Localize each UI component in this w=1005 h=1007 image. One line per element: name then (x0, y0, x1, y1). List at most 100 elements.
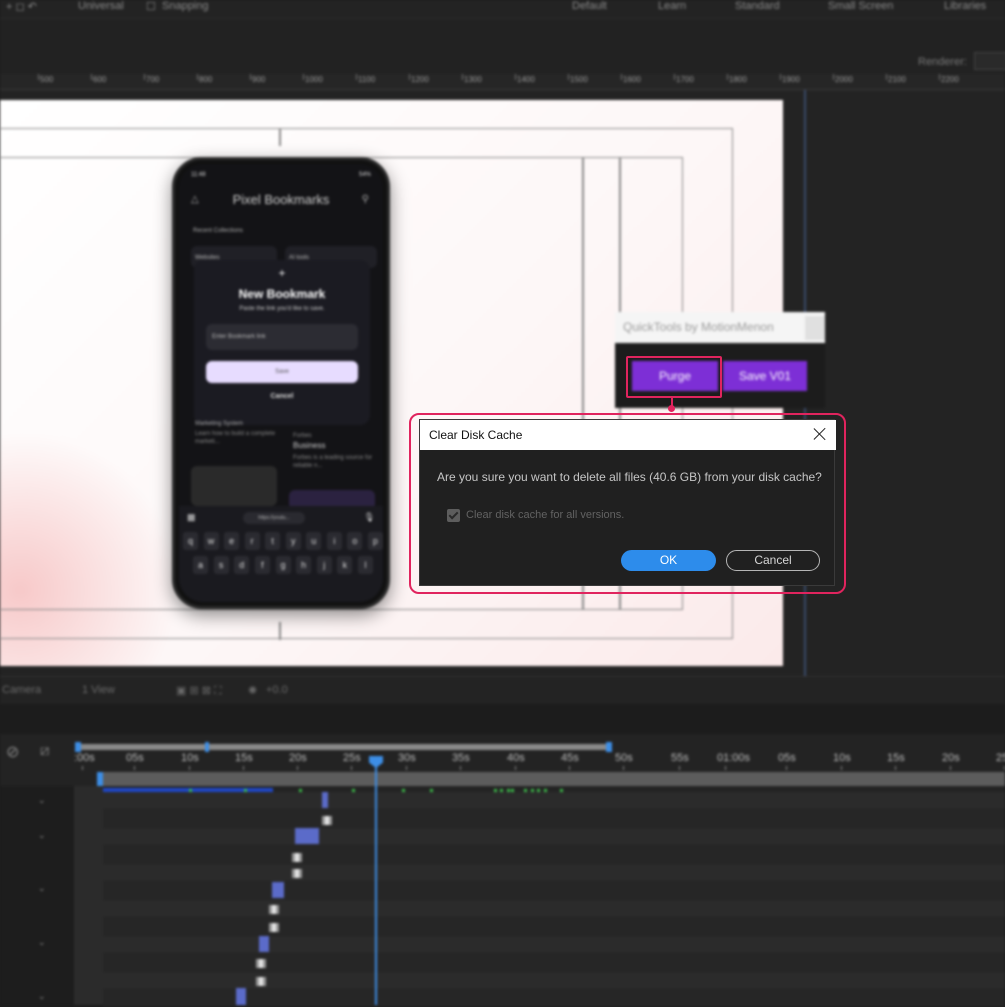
ruler-tick (38, 74, 39, 80)
save-v01-button[interactable]: Save V01 (723, 361, 807, 391)
draft-3d-icon[interactable]: ⧄ (40, 742, 50, 759)
apps-icon: ▦ (187, 512, 196, 522)
ok-button[interactable]: OK (621, 550, 716, 571)
timeline-track[interactable] (103, 882, 1005, 899)
keyboard-key: p (367, 532, 383, 550)
time-label: 35s (452, 752, 470, 764)
tab-learn[interactable]: Learn (658, 0, 686, 12)
ruler-label: 2100 (888, 75, 906, 84)
dialog-title: Clear Disk Cache (429, 428, 523, 442)
timeline-track[interactable] (103, 810, 1005, 827)
tab-standard[interactable]: Standard (735, 0, 780, 12)
keyboard-key: a (193, 556, 208, 574)
horizontal-ruler: 500 600 700 800 900 1000 1100 1200 1300 1400 1500 1… (0, 74, 1005, 90)
ruler-label: 1200 (411, 75, 429, 84)
ruler-label: 1400 (517, 75, 535, 84)
time-navigator[interactable] (103, 772, 1005, 786)
time-tick (460, 766, 461, 770)
clear-all-versions-label[interactable]: Clear disk cache for all versions. (466, 509, 624, 521)
exposure-value[interactable]: +0.0 (266, 684, 288, 696)
timeline-track[interactable] (103, 828, 1005, 845)
view-layout-dropdown[interactable]: 1 View (82, 684, 115, 696)
work-area-end-handle[interactable] (606, 742, 612, 752)
tab-default[interactable]: Default (572, 0, 607, 12)
exposure-icon[interactable]: ✺ (248, 684, 257, 697)
timeline-track[interactable] (103, 918, 1005, 935)
ruler-label: 1100 (358, 75, 376, 84)
work-area-bar[interactable] (77, 744, 610, 750)
keyframe-icon[interactable] (256, 959, 266, 968)
universal-label[interactable]: Universal (78, 0, 124, 12)
ruler-label: 1300 (464, 75, 482, 84)
clear-all-versions-checkbox[interactable] (447, 509, 460, 522)
ruler-label: 1000 (305, 75, 323, 84)
navigator-start-handle[interactable] (97, 772, 103, 786)
layer-bar[interactable] (295, 828, 319, 844)
callout-dot (668, 405, 675, 412)
phone-item-desc: Forbes is a leading source for reliable … (293, 455, 373, 469)
center-tick-bottom (279, 622, 281, 640)
keyframe-icon[interactable] (292, 869, 302, 878)
timeline-track[interactable] (103, 972, 1005, 989)
layer-bar[interactable] (236, 988, 246, 1005)
keyframe-icon[interactable] (256, 977, 266, 986)
tab-libraries[interactable]: Libraries (944, 0, 986, 12)
snapping-label[interactable]: Snapping (162, 0, 209, 12)
phone-new-bookmark-modal: + New Bookmark Paste the link you'd like… (194, 260, 370, 425)
layer-bar[interactable] (322, 792, 328, 808)
layer-bar[interactable] (272, 882, 284, 898)
playhead-line[interactable] (375, 760, 377, 1005)
phone-screen: 11:48 54% Pixel Bookmarks △ ⚲ Recent Col… (179, 164, 383, 602)
chevron-down-icon[interactable]: ⌄ (38, 830, 46, 841)
chevron-down-icon[interactable]: ⌄ (38, 795, 46, 806)
ruler-tick (886, 74, 887, 80)
keyboard-key: r (244, 532, 260, 550)
quicktools-tab[interactable] (805, 316, 825, 340)
keyboard-key: g (275, 556, 291, 574)
ruler-tick (727, 74, 728, 80)
tab-small-screen[interactable]: Small Screen (828, 0, 893, 12)
phone-keyboard: ▦ https://youtu... 🎙 qwertyuiop asdfghjk… (179, 506, 383, 602)
time-label: 50s (615, 752, 633, 764)
timeline-track[interactable] (103, 900, 1005, 917)
time-label: 05s (778, 752, 796, 764)
timeline-header-gap (0, 704, 1005, 734)
layer-bar[interactable] (259, 936, 269, 952)
keyframe-icon[interactable] (269, 905, 279, 914)
timeline-track[interactable] (103, 846, 1005, 863)
ruler-tick (515, 74, 516, 80)
work-area-start-handle[interactable] (75, 742, 81, 752)
timeline-track[interactable] (103, 864, 1005, 881)
time-tick (725, 766, 726, 770)
timeline-track[interactable] (103, 792, 1005, 809)
keyboard-key: e (224, 532, 240, 550)
timeline-track[interactable] (103, 954, 1005, 971)
ruler-label: 1900 (782, 75, 800, 84)
timeline-track[interactable] (103, 936, 1005, 953)
work-area-marker[interactable] (205, 742, 209, 752)
mic-icon: 🎙 (363, 512, 375, 522)
time-label: :00s (74, 752, 95, 764)
cancel-button[interactable]: Cancel (726, 550, 820, 571)
close-icon[interactable] (812, 426, 828, 442)
motion-blur-icon[interactable]: ⊘ (6, 742, 19, 762)
time-tick (351, 766, 352, 770)
chevron-down-icon[interactable]: ⌄ (38, 991, 46, 1002)
keyframe-icon[interactable] (269, 923, 279, 932)
phone-item-title: Business (293, 441, 326, 450)
keyboard-row: qwertyuiop (183, 532, 383, 550)
time-label: 20s (289, 752, 307, 764)
chevron-down-icon[interactable]: ⌄ (38, 937, 46, 948)
purge-button-highlight (626, 356, 722, 398)
time-label: 45s (561, 752, 579, 764)
ruler-tick (939, 74, 940, 80)
snapping-checkbox[interactable]: ☐ (146, 0, 156, 13)
view-camera-dropdown[interactable]: Camera (2, 684, 41, 696)
phone-mockup: 11:48 54% Pixel Bookmarks △ ⚲ Recent Col… (172, 157, 390, 609)
chevron-down-icon[interactable]: ⌄ (38, 883, 46, 894)
renderer-dropdown[interactable] (974, 52, 1005, 70)
time-tick (189, 766, 190, 770)
keyframe-icon[interactable] (292, 853, 302, 862)
keyframe-icon[interactable] (322, 816, 332, 825)
toolbar-icons[interactable]: ▣ ⊞ ⊠ ⛶ (176, 684, 222, 698)
